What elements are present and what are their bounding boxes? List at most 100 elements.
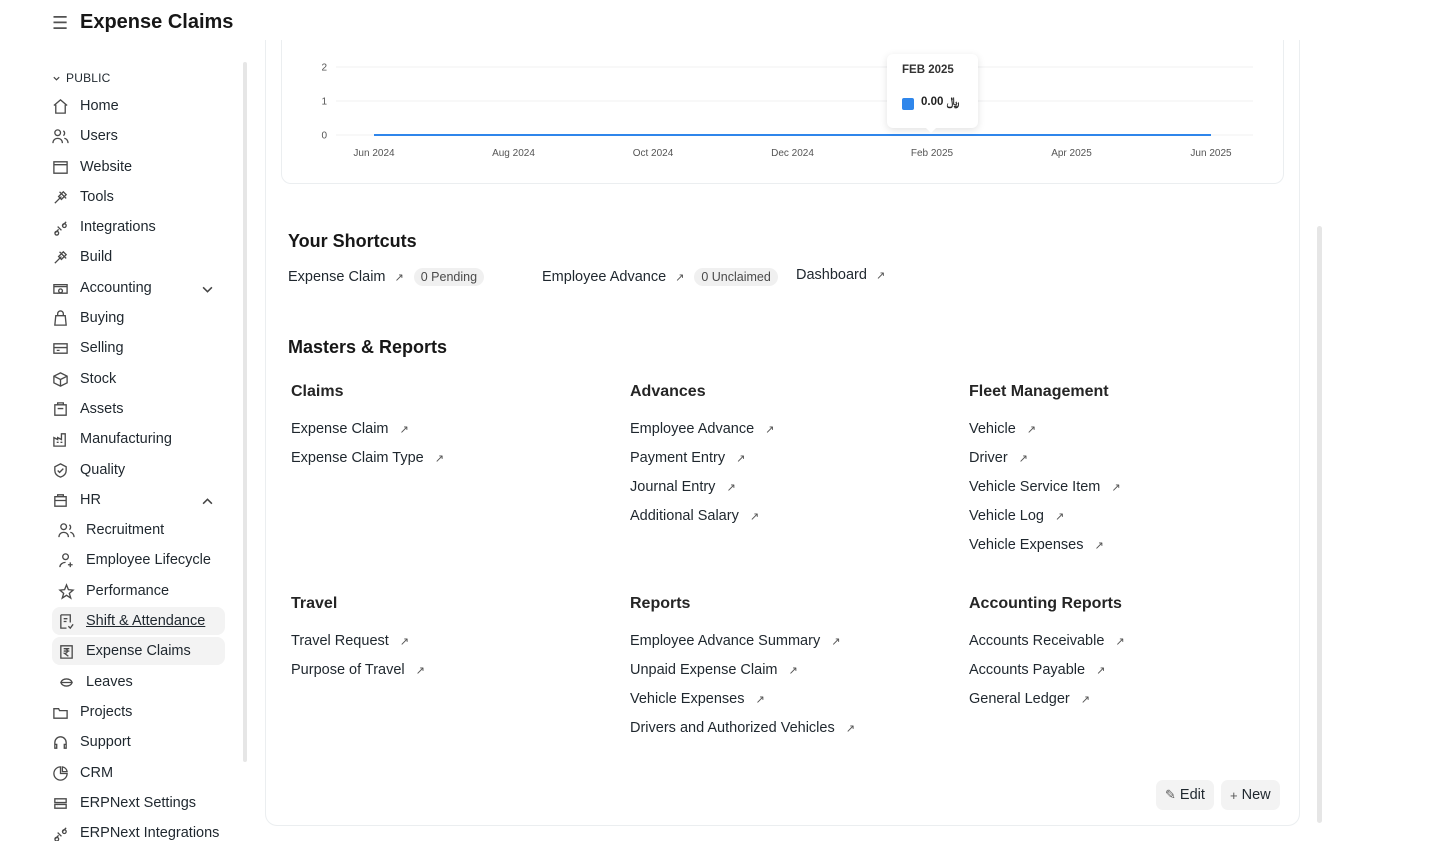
link-additional-salary[interactable]: Additional Salary ↗ bbox=[630, 508, 759, 524]
link-drivers-and-authorized-vehicles[interactable]: Drivers and Authorized Vehicles ↗ bbox=[630, 720, 855, 736]
link-unpaid-expense-claim[interactable]: Unpaid Expense Claim ↗ bbox=[630, 662, 798, 678]
sidebar-item-recruitment[interactable]: Recruitment bbox=[52, 516, 225, 544]
sidebar-item-expense-claims[interactable]: Expense Claims bbox=[52, 637, 225, 665]
support-icon bbox=[50, 732, 70, 752]
sidebar-item-assets[interactable]: Assets bbox=[48, 395, 226, 423]
link-accounts-receivable[interactable]: Accounts Receivable ↗ bbox=[969, 633, 1125, 649]
sidebar-item-build[interactable]: Build bbox=[48, 243, 226, 271]
sidebar-item-selling[interactable]: Selling bbox=[48, 334, 226, 362]
sidebar-section-public[interactable]: PUBLIC bbox=[52, 71, 111, 85]
sidebar-item-employee-lifecycle[interactable]: Employee Lifecycle bbox=[52, 546, 225, 574]
sidebar-item-performance[interactable]: Performance bbox=[52, 577, 225, 605]
link-employee-advance-summary[interactable]: Employee Advance Summary ↗ bbox=[630, 633, 840, 649]
menu-icon[interactable]: ☰ bbox=[52, 14, 68, 32]
link-driver[interactable]: Driver ↗ bbox=[969, 450, 1028, 466]
sidebar-item-crm[interactable]: CRM bbox=[48, 759, 226, 787]
sidebar-item-leaves[interactable]: Leaves bbox=[52, 668, 225, 696]
link-label: Employee Advance Summary bbox=[630, 633, 821, 649]
projects-icon bbox=[50, 702, 70, 722]
arrow-up-right-icon: ↗ bbox=[434, 452, 444, 465]
manufacturing-icon bbox=[50, 429, 70, 449]
link-vehicle-log[interactable]: Vehicle Log ↗ bbox=[969, 508, 1064, 524]
sidebar-item-label: Expense Claims bbox=[86, 643, 191, 659]
sidebar-item-erpnext-integrations[interactable]: ERPNext Integrations bbox=[48, 819, 226, 841]
sidebar-item-buying[interactable]: Buying bbox=[48, 304, 226, 332]
accounting-icon bbox=[50, 278, 70, 298]
sidebar-item-tools[interactable]: Tools bbox=[48, 183, 226, 211]
sidebar-item-stock[interactable]: Stock bbox=[48, 365, 226, 393]
sidebar-scrollbar[interactable] bbox=[243, 62, 247, 762]
sidebar-item-manufacturing[interactable]: Manufacturing bbox=[48, 425, 226, 453]
link-label: Purpose of Travel bbox=[291, 662, 405, 678]
link-label: Expense Claim bbox=[291, 421, 389, 437]
shortcut-expense-claim[interactable]: Expense Claim ↗ 0 Pending bbox=[288, 268, 485, 286]
chevron-down-icon[interactable] bbox=[202, 283, 213, 293]
sidebar-item-label: Assets bbox=[80, 401, 124, 417]
sidebar-item-support[interactable]: Support bbox=[48, 728, 226, 756]
sidebar-item-label: Buying bbox=[80, 310, 125, 326]
chevron-up-icon[interactable] bbox=[202, 495, 213, 505]
link-employee-advance[interactable]: Employee Advance ↗ bbox=[630, 421, 774, 437]
new-button-label: New bbox=[1241, 787, 1271, 803]
arrow-up-right-icon: ↗ bbox=[415, 664, 425, 677]
arrow-up-right-icon: ↗ bbox=[765, 423, 775, 436]
sidebar-item-integrations[interactable]: Integrations bbox=[48, 213, 226, 241]
integrations-icon bbox=[50, 823, 70, 841]
arrow-up-right-icon: ↗ bbox=[1111, 481, 1121, 494]
arrow-up-right-icon: ↗ bbox=[749, 510, 760, 523]
link-payment-entry[interactable]: Payment Entry ↗ bbox=[630, 450, 745, 466]
link-journal-entry[interactable]: Journal Entry ↗ bbox=[630, 479, 736, 495]
sidebar-item-projects[interactable]: Projects bbox=[48, 698, 226, 726]
x-tick-label: Dec 2024 bbox=[771, 148, 814, 159]
link-expense-claim[interactable]: Expense Claim ↗ bbox=[291, 421, 409, 437]
edit-button[interactable]: ✎ Edit bbox=[1156, 780, 1214, 810]
link-vehicle-service-item[interactable]: Vehicle Service Item ↗ bbox=[969, 479, 1121, 495]
sidebar-item-label: ERPNext Integrations bbox=[80, 825, 220, 841]
link-vehicle-expenses[interactable]: Vehicle Expenses ↗ bbox=[969, 537, 1104, 553]
integrations-icon bbox=[50, 217, 70, 237]
tooltip-title: FEB 2025 bbox=[902, 64, 954, 76]
crm-icon bbox=[50, 763, 70, 783]
link-general-ledger[interactable]: General Ledger ↗ bbox=[969, 691, 1090, 707]
link-label: Vehicle Service Item bbox=[969, 479, 1101, 495]
y-tick-label: 0 bbox=[321, 131, 327, 142]
sidebar-item-home[interactable]: Home bbox=[48, 92, 226, 120]
sidebar-item-shift-attendance[interactable]: Shift & Attendance bbox=[52, 607, 225, 635]
main-scrollbar[interactable] bbox=[1317, 226, 1322, 823]
sidebar-item-label: Support bbox=[80, 734, 131, 750]
shortcut-employee-advance[interactable]: Employee Advance ↗ 0 Unclaimed bbox=[542, 268, 778, 286]
leaves-icon bbox=[56, 672, 76, 692]
sidebar-item-label: Selling bbox=[80, 340, 124, 356]
arrow-up-right-icon: ↗ bbox=[1054, 510, 1065, 523]
sidebar-item-website[interactable]: Website bbox=[48, 153, 226, 181]
expense-chart: 0 1 2 Jun 2024 Aug 2024 Oct 2024 Dec 2024 Feb 2… bbox=[321, 63, 1253, 159]
sidebar-item-label: Website bbox=[80, 159, 133, 175]
chart-tooltip: FEB 2025 0.00 ﷼ bbox=[887, 54, 978, 133]
sidebar-item-quality[interactable]: Quality bbox=[48, 456, 226, 484]
y-tick-label: 1 bbox=[321, 97, 327, 108]
link-vehicle[interactable]: Vehicle ↗ bbox=[969, 421, 1036, 437]
arrow-up-right-icon: ↗ bbox=[399, 423, 409, 436]
arrow-up-right-icon: ↗ bbox=[1026, 423, 1036, 436]
tooltip-swatch bbox=[902, 98, 914, 110]
edit-button-label: Edit bbox=[1179, 787, 1205, 803]
tools-icon bbox=[50, 187, 70, 207]
new-button[interactable]: + New bbox=[1221, 780, 1280, 810]
link-vehicle-expenses[interactable]: Vehicle Expenses ↗ bbox=[630, 691, 765, 707]
edit-icon: ✎ bbox=[1165, 787, 1176, 802]
link-purpose-of-travel[interactable]: Purpose of Travel ↗ bbox=[291, 662, 425, 678]
link-accounts-payable[interactable]: Accounts Payable ↗ bbox=[969, 662, 1105, 678]
sidebar-item-users[interactable]: Users bbox=[48, 122, 226, 150]
selling-icon bbox=[50, 338, 70, 358]
tooltip-value: 0.00 ﷼ bbox=[921, 96, 960, 108]
x-tick-label: Apr 2025 bbox=[1051, 148, 1092, 159]
link-travel-request[interactable]: Travel Request ↗ bbox=[291, 633, 409, 649]
link-expense-claim-type[interactable]: Expense Claim Type ↗ bbox=[291, 450, 444, 466]
arrow-up-right-icon: ↗ bbox=[1096, 664, 1106, 677]
shortcut-dashboard[interactable]: Dashboard ↗ bbox=[796, 267, 885, 283]
masters-heading: Masters & Reports bbox=[288, 337, 448, 357]
sidebar-item-erpnext-settings[interactable]: ERPNext Settings bbox=[48, 789, 226, 817]
x-tick-label: Aug 2024 bbox=[492, 148, 535, 159]
sidebar-item-accounting[interactable]: Accounting bbox=[48, 274, 226, 302]
sidebar-item-hr[interactable]: HR bbox=[48, 486, 226, 514]
